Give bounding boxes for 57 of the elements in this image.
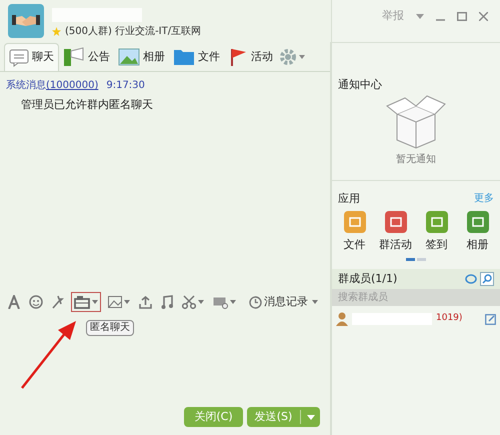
close-icon[interactable] [479,12,488,21]
section-title: 通知中心 [332,42,500,94]
sender-id-link[interactable]: (1000000) [46,78,98,93]
message-time: 9:17:30 [106,79,145,93]
message-history-button[interactable]: 消息记录 [249,294,318,310]
tab[interactable]: 公告 [59,43,114,71]
screen-icon [213,296,228,308]
search-field[interactable]: 搜索群成员 [332,289,500,306]
tab[interactable]: 相册 [114,43,169,71]
screenshot-button[interactable] [182,295,204,309]
flag-icon [228,47,248,67]
app-item[interactable]: 相册 [458,210,498,253]
caret-icon[interactable] [416,14,424,19]
tooltip: 匿名聊天 [86,320,134,336]
app-item[interactable]: 文件 [334,210,374,253]
caret-icon [312,300,318,304]
edit-icon[interactable] [485,314,496,324]
image-button[interactable] [108,296,130,308]
tab[interactable]: 聊天 [4,43,59,71]
message-sender: 系统消息 [6,78,46,93]
caret-icon [230,300,236,304]
message-text: 管理员已允许群内匿名聊天 [20,97,154,113]
scissors-icon [182,295,196,309]
folder-icon [173,48,195,66]
anonymous-icon [74,295,90,309]
search-button[interactable] [480,272,494,286]
app-item[interactable]: 群活动 [376,210,416,253]
picture-icon [118,48,140,66]
caret-icon [198,300,204,304]
image-icon [108,296,122,308]
anonymous-chat-button[interactable] [71,292,101,312]
star-icon [52,27,61,36]
gear-icon [279,48,297,66]
smiley-icon[interactable] [29,295,43,309]
tab[interactable]: 活动 [224,43,277,71]
clock-icon [249,296,262,308]
group-info: (500人群) 行业交流-IT/互联网 [65,24,202,39]
upload-icon[interactable] [139,296,152,308]
member-id: 1019) [436,312,462,326]
magic-wand-icon[interactable] [52,295,64,309]
caret-icon [124,300,130,304]
section-title: 应用 [338,191,360,207]
caret-icon[interactable] [306,414,314,420]
caret-icon [299,55,305,59]
screen-button[interactable] [213,296,236,308]
font-icon[interactable] [8,295,20,309]
caret-icon [92,300,98,304]
maximize-icon[interactable] [457,12,467,21]
megaphone-icon [63,47,85,67]
tab[interactable]: 文件 [169,43,224,71]
music-note-icon[interactable] [161,295,173,309]
avatar-silhouette-icon [336,312,348,326]
group-avatar [8,4,44,38]
empty-notice: 暂无通知 [396,152,436,167]
section-title: 群成员(1/1) [338,270,398,287]
app-item[interactable]: 签到 [416,210,456,253]
annotation-arrow [20,320,78,390]
